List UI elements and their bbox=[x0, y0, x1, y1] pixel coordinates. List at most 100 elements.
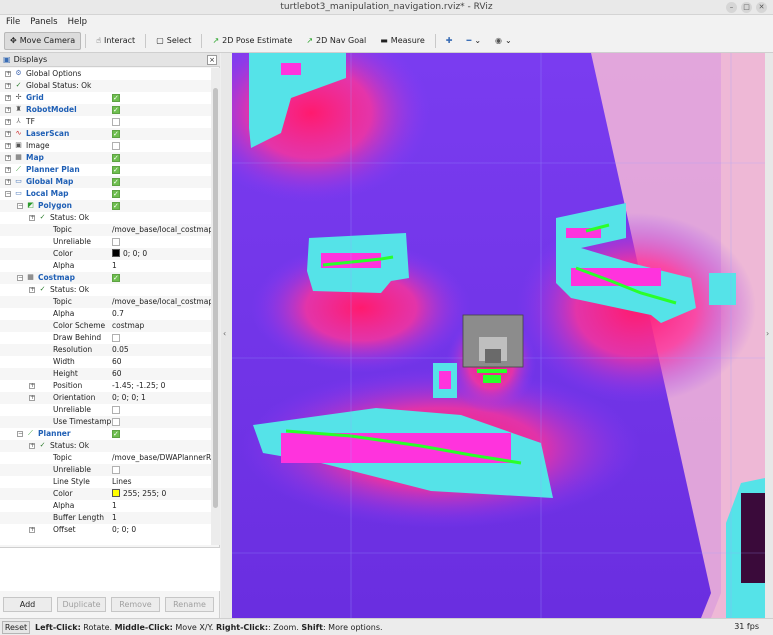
display-row-grid[interactable]: + ✢ Grid bbox=[0, 92, 211, 104]
display-row-map[interactable]: + ▦ Map bbox=[0, 152, 211, 164]
display-row-alpha[interactable]: Alpha 0.7 bbox=[0, 308, 211, 320]
display-row-unreliable[interactable]: Unreliable bbox=[0, 404, 211, 416]
enable-checkbox[interactable] bbox=[112, 334, 120, 342]
display-row-laserscan[interactable]: + ∿ LaserScan bbox=[0, 128, 211, 140]
left-collapse-handle[interactable]: ‹ bbox=[221, 53, 232, 618]
display-row-robotmodel[interactable]: + ♜ RobotModel bbox=[0, 104, 211, 116]
menu-panels[interactable]: Panels bbox=[30, 15, 57, 29]
eye-tool-button[interactable]: ◉ ⌄ bbox=[489, 32, 518, 50]
expand-icon[interactable]: + bbox=[5, 107, 11, 113]
enable-checkbox[interactable] bbox=[112, 418, 120, 426]
property-value[interactable]: /move_base/local_costmap... bbox=[112, 296, 211, 308]
display-row-buffer-length[interactable]: Buffer Length 1 bbox=[0, 512, 211, 524]
display-row-unreliable[interactable]: Unreliable bbox=[0, 464, 211, 476]
rename-button[interactable]: Rename bbox=[165, 597, 214, 612]
enable-checkbox[interactable] bbox=[112, 92, 120, 104]
expand-icon[interactable]: + bbox=[29, 527, 35, 533]
expand-icon[interactable]: + bbox=[29, 383, 35, 389]
display-row-width[interactable]: Width 60 bbox=[0, 356, 211, 368]
expand-icon[interactable]: + bbox=[5, 95, 11, 101]
menu-help[interactable]: Help bbox=[68, 15, 87, 29]
display-row-alpha[interactable]: Alpha 1 bbox=[0, 500, 211, 512]
expand-icon[interactable]: + bbox=[5, 179, 11, 185]
display-row-global-map[interactable]: + ▭ Global Map bbox=[0, 176, 211, 188]
display-row-status-ok[interactable]: + ✓ Status: Ok bbox=[0, 212, 211, 224]
enable-checkbox[interactable] bbox=[112, 406, 120, 414]
property-value[interactable]: 60 bbox=[112, 368, 122, 380]
display-row-orientation[interactable]: + Orientation 0; 0; 0; 1 bbox=[0, 392, 211, 404]
enable-checkbox[interactable] bbox=[112, 466, 120, 474]
enable-checkbox[interactable] bbox=[112, 272, 120, 284]
display-row-alpha[interactable]: Alpha 1 bbox=[0, 260, 211, 272]
display-row-image[interactable]: + ▣ Image bbox=[0, 140, 211, 152]
plus-tool-button[interactable]: ✚ bbox=[440, 32, 459, 50]
tool-interact[interactable]: ☝ Interact bbox=[90, 32, 141, 50]
display-row-polygon[interactable]: − ◩ Polygon bbox=[0, 200, 211, 212]
property-value[interactable]: Lines bbox=[112, 476, 132, 488]
collapse-icon[interactable]: − bbox=[17, 275, 23, 281]
panel-close-button[interactable]: × bbox=[207, 55, 217, 65]
render-viewport[interactable]: ‹ › bbox=[221, 53, 773, 618]
display-row-line-style[interactable]: Line Style Lines bbox=[0, 476, 211, 488]
display-row-draw-behind[interactable]: Draw Behind bbox=[0, 332, 211, 344]
add-button[interactable]: Add bbox=[3, 597, 52, 612]
enable-checkbox[interactable] bbox=[112, 152, 120, 164]
reset-button[interactable]: Reset bbox=[2, 620, 30, 634]
property-value[interactable]: 1 bbox=[112, 500, 117, 512]
property-value[interactable]: 0; 0; 0 bbox=[112, 524, 136, 536]
property-value[interactable]: 0; 0; 0 bbox=[112, 248, 147, 260]
expand-icon[interactable]: + bbox=[5, 155, 11, 161]
enable-checkbox[interactable] bbox=[112, 118, 120, 126]
expand-icon[interactable]: + bbox=[29, 287, 35, 293]
expand-icon[interactable]: + bbox=[5, 143, 11, 149]
expand-icon[interactable]: + bbox=[5, 83, 11, 89]
expand-icon[interactable]: + bbox=[5, 167, 11, 173]
display-row-global-options[interactable]: + ⚙ Global Options bbox=[0, 68, 211, 80]
menu-file[interactable]: File bbox=[6, 15, 20, 29]
maximize-button[interactable]: □ bbox=[741, 2, 752, 13]
enable-checkbox[interactable] bbox=[112, 128, 120, 140]
enable-checkbox[interactable] bbox=[112, 176, 120, 188]
expand-icon[interactable]: + bbox=[29, 443, 35, 449]
enable-checkbox[interactable] bbox=[112, 142, 120, 150]
property-value[interactable]: /move_base/DWAPlannerR... bbox=[112, 452, 211, 464]
enable-checkbox[interactable] bbox=[112, 200, 120, 212]
display-row-topic[interactable]: Topic/move_base/local_costmap... bbox=[0, 296, 211, 308]
display-row-position[interactable]: + Position -1.45; -1.25; 0 bbox=[0, 380, 211, 392]
display-row-global-status-ok[interactable]: + ✓ Global Status: Ok bbox=[0, 80, 211, 92]
property-value[interactable]: 255; 255; 0 bbox=[112, 488, 166, 500]
collapse-icon[interactable]: − bbox=[5, 191, 11, 197]
expand-icon[interactable]: + bbox=[5, 71, 11, 77]
expand-icon[interactable]: + bbox=[29, 395, 35, 401]
display-row-color[interactable]: Color 0; 0; 0 bbox=[0, 248, 211, 260]
display-row-local-map[interactable]: − ▭ Local Map bbox=[0, 188, 211, 200]
tool-2d-pose-estimate[interactable]: ↗ 2D Pose Estimate bbox=[206, 32, 298, 50]
display-row-topic[interactable]: Topic/move_base/DWAPlannerR... bbox=[0, 452, 211, 464]
expand-icon[interactable]: + bbox=[29, 215, 35, 221]
tool-measure[interactable]: ▬ Measure bbox=[374, 32, 431, 50]
display-row-color[interactable]: Color 255; 255; 0 bbox=[0, 488, 211, 500]
close-window-button[interactable]: ✕ bbox=[756, 2, 767, 13]
costmap-render[interactable] bbox=[221, 53, 773, 618]
display-row-tf[interactable]: + ⅄ TF bbox=[0, 116, 211, 128]
tool-select[interactable]: ▢ Select bbox=[150, 32, 197, 50]
property-value[interactable]: 0.7 bbox=[112, 308, 124, 320]
display-row-unreliable[interactable]: Unreliable bbox=[0, 236, 211, 248]
displays-tree[interactable]: + ⚙ Global Options + ✓ Global Status: Ok + ✢ Gri… bbox=[0, 68, 211, 545]
property-value[interactable]: /move_base/local_costmap... bbox=[112, 224, 211, 236]
display-row-height[interactable]: Height 60 bbox=[0, 368, 211, 380]
display-row-planner[interactable]: − ⟋ Planner bbox=[0, 428, 211, 440]
property-value[interactable]: 1 bbox=[112, 260, 117, 272]
display-row-costmap[interactable]: − ▦ Costmap bbox=[0, 272, 211, 284]
enable-checkbox[interactable] bbox=[112, 104, 120, 116]
enable-checkbox[interactable] bbox=[112, 428, 120, 440]
collapse-icon[interactable]: − bbox=[17, 431, 23, 437]
tool-2d-nav-goal[interactable]: ↗ 2D Nav Goal bbox=[300, 32, 372, 50]
remove-button[interactable]: Remove bbox=[111, 597, 160, 612]
display-row-topic[interactable]: Topic/move_base/local_costmap... bbox=[0, 224, 211, 236]
scrollbar-thumb[interactable] bbox=[213, 88, 218, 508]
minimize-button[interactable]: – bbox=[726, 2, 737, 13]
property-value[interactable]: -1.45; -1.25; 0 bbox=[112, 380, 165, 392]
display-row-planner-plan[interactable]: + ⟋ Planner Plan bbox=[0, 164, 211, 176]
display-row-offset[interactable]: + Offset 0; 0; 0 bbox=[0, 524, 211, 536]
